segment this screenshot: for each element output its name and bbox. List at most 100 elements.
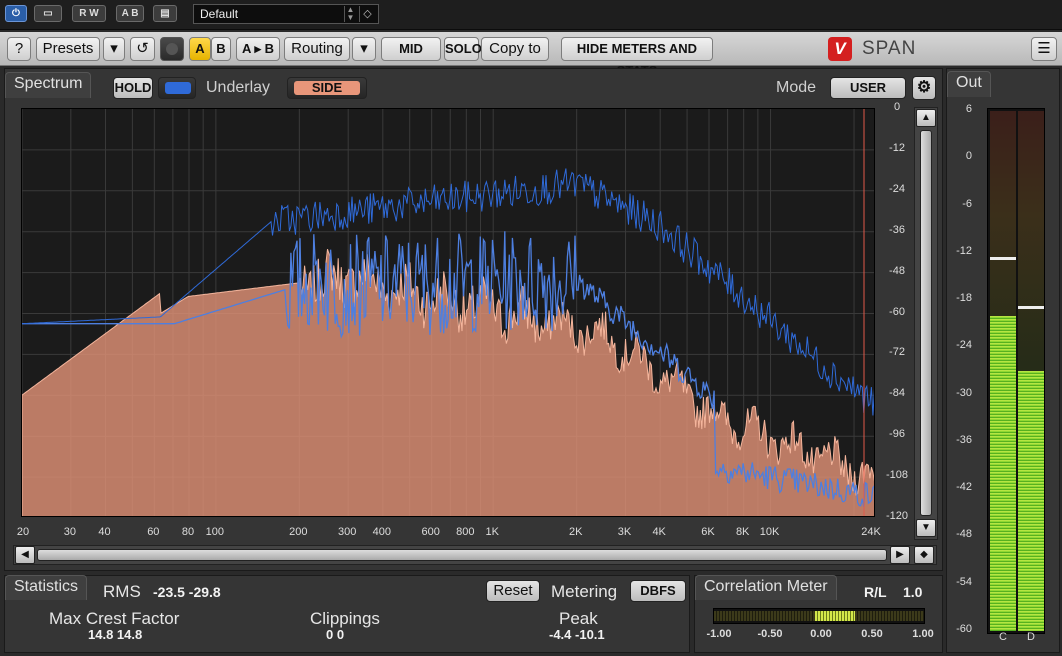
- mode-label: Mode: [776, 79, 817, 96]
- x-axis-tick-label: 24K: [861, 526, 881, 538]
- meter-scale-label: -24: [956, 339, 972, 352]
- x-axis-tick-label: 100: [205, 526, 225, 538]
- solo-button[interactable]: SOLO: [444, 37, 482, 61]
- preset-name: Default: [200, 7, 239, 21]
- meter-level-fill: [1018, 371, 1044, 631]
- menu-button[interactable]: ☰: [1031, 37, 1057, 61]
- x-axis-tick-label: 4K: [652, 526, 666, 538]
- underlay-label: Underlay: [206, 79, 271, 96]
- scroll-left-button[interactable]: ◀: [15, 546, 35, 564]
- y-axis-tick-label: -120: [885, 510, 909, 522]
- clippings-values: 0 0: [326, 627, 345, 642]
- output-tab[interactable]: Out: [947, 71, 991, 97]
- statistics-tab[interactable]: Statistics: [5, 575, 88, 600]
- vertical-scroll-thumb[interactable]: [920, 130, 932, 516]
- meter-scale-label: -18: [956, 292, 972, 305]
- correlation-tab[interactable]: Correlation Meter: [695, 575, 837, 600]
- correlation-scale-label: -0.50: [757, 628, 783, 640]
- routing-dropdown-button[interactable]: ▾: [352, 37, 376, 61]
- ab-b-button[interactable]: B: [211, 37, 231, 61]
- plugin-name: SPAN: [862, 38, 917, 59]
- metering-label: Metering: [551, 582, 618, 601]
- meter-peak-hold: [990, 256, 1016, 260]
- y-axis-tick-label: -96: [889, 428, 905, 441]
- y-axis-tick-label: -24: [889, 182, 905, 195]
- metering-select[interactable]: DBFS: [630, 580, 686, 602]
- meter-channel-c: [990, 111, 1016, 631]
- x-axis-tick-label: 400: [372, 526, 392, 538]
- x-axis-tick-label: 800: [456, 526, 475, 538]
- clippings-label: Clippings: [310, 609, 380, 628]
- correlation-scale-label: 0.00: [810, 628, 832, 640]
- horizontal-scrollbar[interactable]: ◀ ▶ ◆: [13, 545, 937, 565]
- zoom-reset-button[interactable]: ◆: [914, 546, 934, 564]
- y-axis-tick-label: 0: [893, 101, 901, 113]
- horizontal-scroll-thumb[interactable]: [37, 549, 887, 561]
- correlation-scale-label: -1.00: [706, 628, 732, 640]
- x-axis-tick-label: 200: [289, 526, 308, 538]
- scroll-right-button[interactable]: ▶: [890, 546, 910, 564]
- x-axis-tick-label: 20: [16, 526, 30, 538]
- meter-scale-label: -30: [956, 386, 972, 399]
- x-axis-tick-label: 10K: [759, 526, 780, 538]
- span-plugin-window: ⏻ ▭ R W A B ▤ Default ▲ ▼ ◇ ? Presets ▾ ↺…: [0, 0, 1062, 656]
- hold-button[interactable]: HOLD: [113, 77, 153, 99]
- y-axis-tick-label: -60: [889, 305, 905, 318]
- peak-values: -4.4 -10.1: [549, 627, 605, 642]
- mode-select[interactable]: USER: [830, 77, 906, 99]
- y-axis-tick-label: -108: [885, 469, 909, 482]
- host-menu-button[interactable]: ▤: [153, 5, 177, 22]
- power-button[interactable]: ⏻: [5, 5, 27, 22]
- read-write-button[interactable]: R W: [72, 5, 106, 22]
- meter-scale-label: -48: [956, 528, 972, 541]
- routing-button[interactable]: Routing: [284, 37, 350, 61]
- y-axis-tick-label: -12: [889, 141, 905, 154]
- meter-channel-c-label: C: [999, 631, 1007, 643]
- ab-a-button[interactable]: A: [189, 37, 211, 61]
- vertical-scrollbar[interactable]: ▲ ▼: [914, 107, 938, 540]
- redo-button[interactable]: [160, 37, 184, 61]
- peak-label: Peak: [559, 609, 598, 628]
- x-axis-tick-label: 1K: [485, 526, 499, 538]
- compare-button[interactable]: ▭: [34, 5, 62, 22]
- underlay-side-button[interactable]: SIDE: [287, 77, 367, 99]
- spectrum-tab[interactable]: Spectrum: [5, 72, 92, 98]
- mid-button[interactable]: MID: [381, 37, 441, 61]
- y-axis-tick-label: -84: [889, 387, 905, 400]
- spectrum-plot[interactable]: [21, 108, 875, 517]
- hold-color-swatch[interactable]: [158, 77, 196, 99]
- hide-meters-button[interactable]: HIDE METERS AND STATS: [561, 37, 713, 78]
- reset-button[interactable]: Reset: [486, 580, 540, 602]
- copy-to-button[interactable]: Copy to: [481, 37, 549, 61]
- y-axis-tick-label: -72: [889, 346, 905, 359]
- meter-channel-d-label: D: [1027, 631, 1035, 643]
- meter-scale-label: -36: [956, 433, 972, 446]
- undo-button[interactable]: ↺: [130, 37, 155, 61]
- meter-scale-label: -12: [956, 244, 972, 257]
- correlation-bar: [713, 608, 925, 624]
- meter-level-fill: [990, 315, 1016, 631]
- rms-values: -23.5 -29.8: [153, 584, 221, 600]
- a-to-b-button[interactable]: A ▸ B: [236, 37, 280, 61]
- settings-gear-icon[interactable]: ⚙: [912, 76, 936, 100]
- meter-scale-label: -42: [956, 481, 972, 494]
- meter-channel-d: [1018, 111, 1044, 631]
- presets-dropdown-button[interactable]: ▾: [103, 37, 125, 61]
- scroll-up-button[interactable]: ▲: [916, 109, 936, 127]
- x-axis-tick-label: 8K: [735, 526, 750, 538]
- meter-peak-hold: [1018, 306, 1044, 310]
- x-axis-tick-label: 300: [337, 526, 357, 538]
- presets-button[interactable]: Presets: [36, 37, 100, 61]
- output-meter: [987, 108, 1045, 634]
- preset-selector[interactable]: Default ▲ ▼ ◇: [193, 4, 379, 24]
- help-button[interactable]: ?: [7, 37, 31, 61]
- preset-diamond-icon[interactable]: ◇: [359, 6, 375, 22]
- voxengo-logo-icon: V: [828, 37, 852, 61]
- y-axis-tick-label: -36: [889, 223, 905, 236]
- y-axis-tick-label: -48: [889, 264, 905, 277]
- scroll-down-button[interactable]: ▼: [916, 519, 936, 537]
- correlation-bar-fill: [815, 611, 855, 621]
- ab-compare-button[interactable]: A B: [116, 5, 144, 22]
- x-axis-tick-label: 600: [421, 526, 440, 538]
- preset-stepper[interactable]: ▲ ▼: [344, 6, 356, 22]
